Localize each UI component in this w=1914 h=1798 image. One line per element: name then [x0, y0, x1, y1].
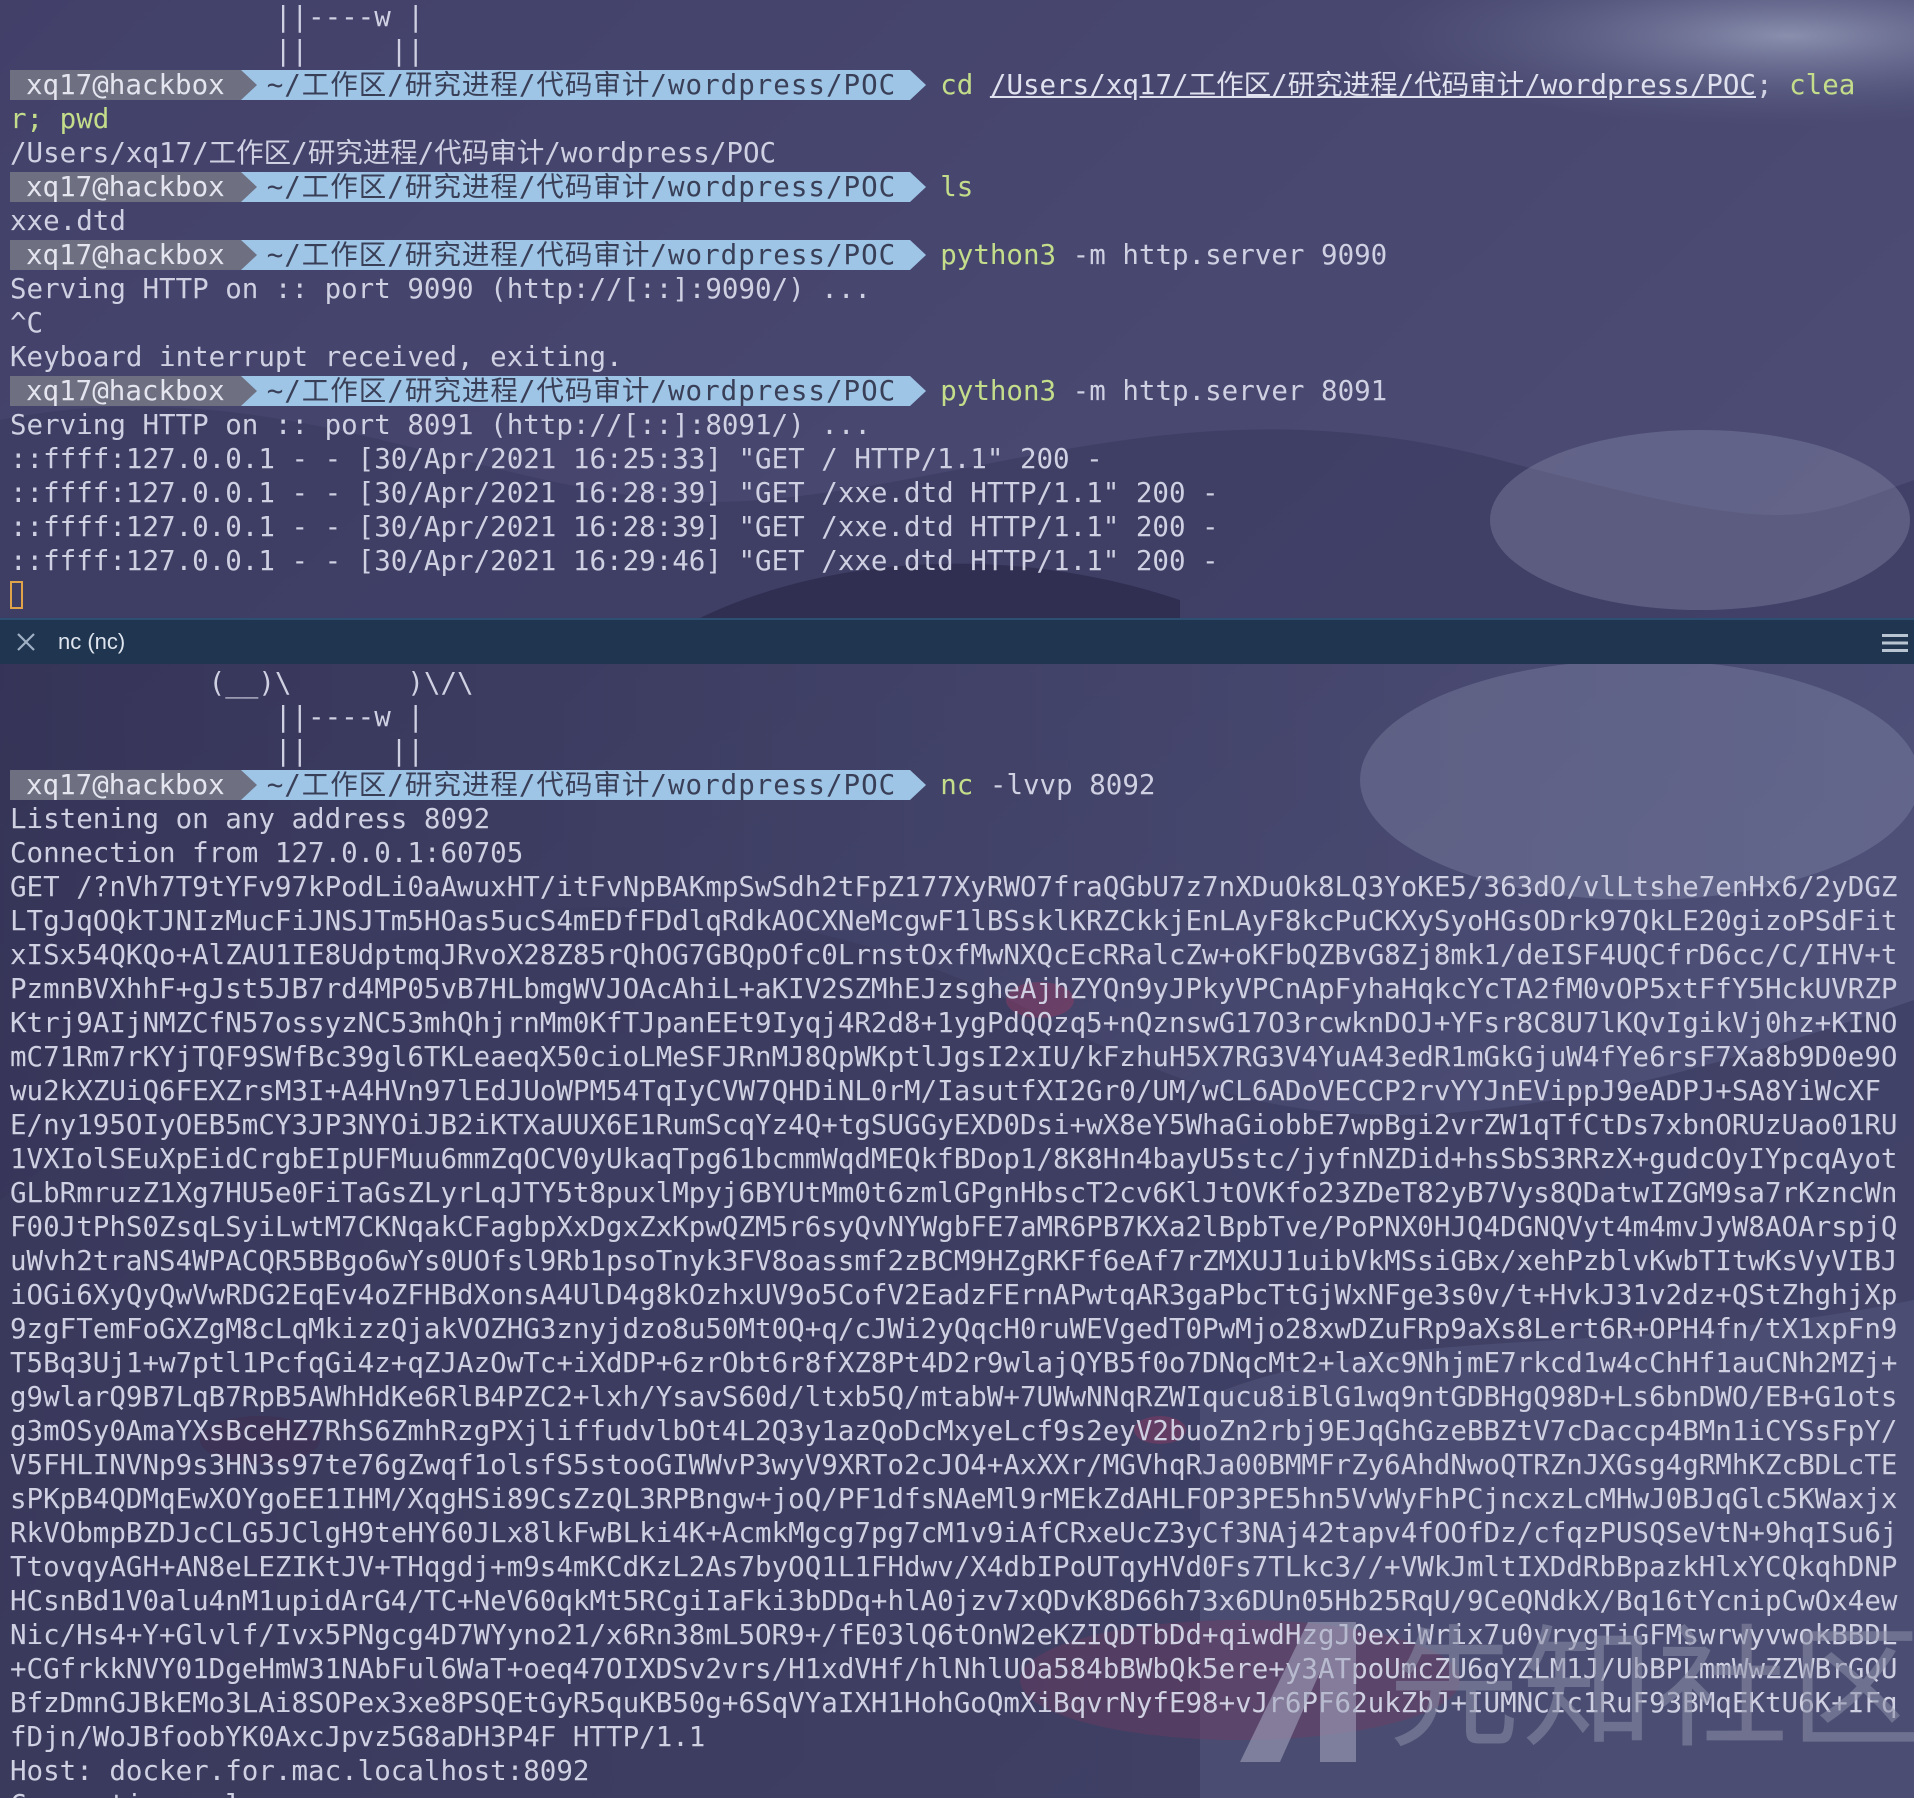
tab-bar: nc (nc)	[0, 618, 1914, 664]
terminal-cursor	[10, 581, 23, 609]
pwd-output: /Users/xq17/工作区/研究进程/代码审计/wordpress/POC	[10, 137, 777, 169]
prompt-separator	[910, 770, 927, 800]
prompt-user: xq17@hackbox	[10, 70, 241, 100]
prompt-path: ~/工作区/研究进程/代码审计/wordpress/POC	[256, 770, 911, 800]
prompt-separator	[910, 70, 927, 100]
prompt-user: xq17@hackbox	[10, 376, 241, 406]
prompt-separator	[240, 770, 257, 800]
nc-output-line: Connection from 127.0.0.1:60705	[10, 837, 524, 869]
nc-output-line: Listening on any address 8092	[10, 803, 491, 835]
prompt-separator	[240, 70, 257, 100]
server-log-line: ::ffff:127.0.0.1 - - [30/Apr/2021 16:28:…	[10, 477, 1219, 509]
command-args: -m http.server 9090	[1056, 239, 1388, 271]
prompt-user: xq17@hackbox	[10, 172, 241, 202]
terminal-pane-bottom[interactable]: (__)\ )\/\ ||----w | || || xq17@hackbox …	[0, 664, 1914, 1798]
prompt-line: xq17@hackbox ~/工作区/研究进程/代码审计/wordpress/P…	[10, 238, 1910, 272]
cursor-line	[10, 578, 1910, 612]
prompt-path: ~/工作区/研究进程/代码审计/wordpress/POC	[256, 376, 911, 406]
http-request-line: GET /?nVh7T9tYFv97kPodLi0aAwuxHT/itFvNpB…	[10, 871, 1898, 1753]
ascii-art-line: (__)\ )\/\	[10, 667, 474, 699]
prompt-separator	[910, 376, 927, 406]
server-log-line: ::ffff:127.0.0.1 - - [30/Apr/2021 16:25:…	[10, 443, 1103, 475]
ascii-art-line: ||----w |	[10, 1, 424, 33]
command-name: cd	[940, 69, 974, 101]
http-header-line: Host: docker.for.mac.localhost:8092	[10, 1755, 590, 1787]
hamburger-menu-icon[interactable]	[1882, 633, 1908, 653]
command-name: nc	[940, 769, 974, 801]
command-name: python3	[940, 375, 1057, 407]
command-separator: ;	[1755, 69, 1773, 101]
server-log-line: ::ffff:127.0.0.1 - - [30/Apr/2021 16:28:…	[10, 511, 1219, 543]
prompt-separator	[240, 240, 257, 270]
prompt-line: xq17@hackbox ~/工作区/研究进程/代码审计/wordpress/P…	[10, 68, 1910, 102]
close-icon[interactable]	[14, 630, 38, 654]
prompt-separator	[910, 240, 927, 270]
ascii-art-line: || ||	[10, 735, 424, 767]
prompt-separator	[240, 376, 257, 406]
ls-output: xxe.dtd	[10, 205, 126, 237]
prompt-path: ~/工作区/研究进程/代码审计/wordpress/POC	[256, 172, 911, 202]
prompt-path: ~/工作区/研究进程/代码审计/wordpress/POC	[256, 70, 911, 100]
prompt-separator	[910, 172, 927, 202]
command-wrap-line: r; pwd	[10, 103, 110, 135]
terminal-output-bottom[interactable]: (__)\ )\/\ ||----w | || || xq17@hackbox …	[10, 666, 1910, 1798]
command-wrap-start: clea	[1772, 69, 1856, 101]
prompt-user: xq17@hackbox	[10, 770, 241, 800]
prompt-user: xq17@hackbox	[10, 240, 241, 270]
ascii-art-line: || ||	[10, 35, 424, 67]
prompt-separator	[240, 172, 257, 202]
server-output-line: Keyboard interrupt received, exiting.	[10, 341, 623, 373]
command-path-arg: /Users/xq17/工作区/研究进程/代码审计/wordpress/POC	[989, 69, 1756, 101]
terminal-output-top[interactable]: ||----w | || || xq17@hackbox ~/工作区/研究进程/…	[10, 0, 1910, 612]
prompt-line: xq17@hackbox ~/工作区/研究进程/代码审计/wordpress/P…	[10, 768, 1910, 802]
prompt-path: ~/工作区/研究进程/代码审计/wordpress/POC	[256, 240, 911, 270]
prompt-line: xq17@hackbox ~/工作区/研究进程/代码审计/wordpress/P…	[10, 170, 1910, 204]
http-header-line: Connection: close	[10, 1788, 1910, 1798]
tab-title[interactable]: nc (nc)	[58, 629, 125, 655]
command-args: -lvvp 8092	[973, 769, 1156, 801]
server-log-line: ::ffff:127.0.0.1 - - [30/Apr/2021 16:29:…	[10, 545, 1219, 577]
terminal-pane-top[interactable]: ||----w | || || xq17@hackbox ~/工作区/研究进程/…	[0, 0, 1914, 618]
ascii-art-line: ||----w |	[10, 701, 424, 733]
command-name: python3	[940, 239, 1057, 271]
prompt-line: xq17@hackbox ~/工作区/研究进程/代码审计/wordpress/P…	[10, 374, 1910, 408]
server-log-line: Serving HTTP on :: port 8091 (http://[::…	[10, 409, 871, 441]
command-args: -m http.server 8091	[1056, 375, 1388, 407]
command-name: ls	[940, 171, 974, 203]
server-output-line: ^C	[10, 307, 44, 339]
server-output-line: Serving HTTP on :: port 9090 (http://[::…	[10, 273, 871, 305]
